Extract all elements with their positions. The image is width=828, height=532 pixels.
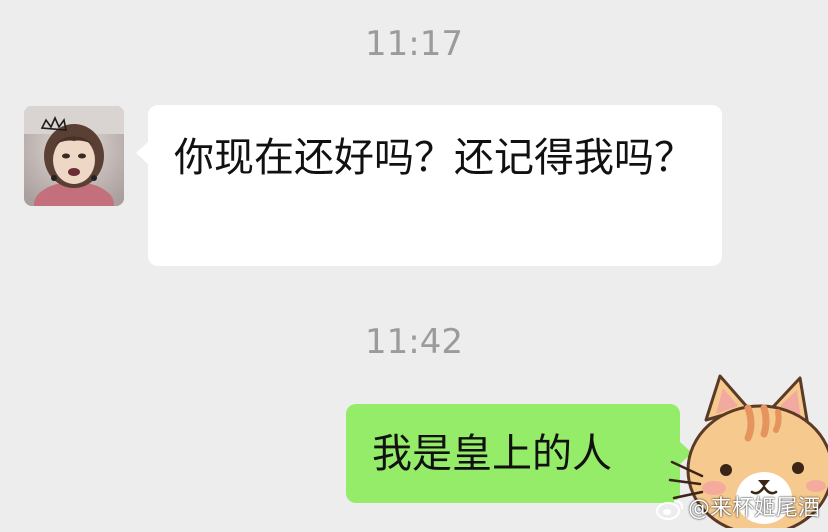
- contact-avatar[interactable]: [24, 106, 124, 206]
- girl-photo-avatar-icon: [24, 106, 124, 206]
- incoming-message-bubble[interactable]: 你现在还好吗？还记得我吗？: [136, 105, 722, 266]
- weibo-logo-icon: [655, 500, 683, 520]
- outgoing-message-bubble[interactable]: 我是皇上的人: [346, 404, 692, 503]
- message-timestamp: 11:17: [365, 24, 463, 64]
- outgoing-message-text: 我是皇上的人: [372, 431, 612, 477]
- watermark-text: @来杯姬尾酒: [687, 496, 820, 521]
- weibo-watermark: @来杯姬尾酒: [655, 494, 820, 524]
- message-timestamp: 11:42: [365, 322, 463, 362]
- incoming-message-text: 你现在还好吗？还记得我吗？: [174, 135, 694, 181]
